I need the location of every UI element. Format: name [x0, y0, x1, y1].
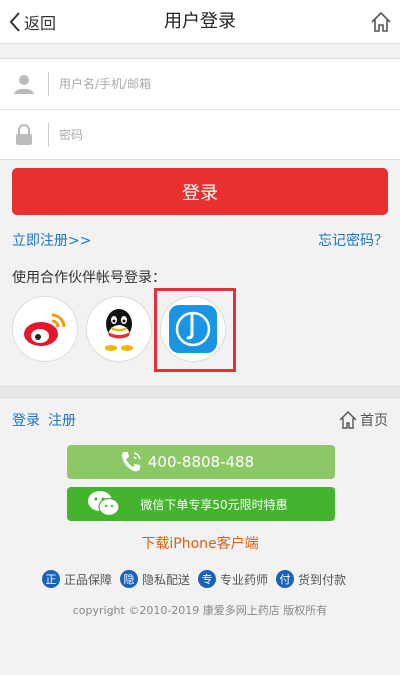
wechat-promo-label: 微信下单专享50元限时特惠	[140, 497, 288, 512]
footer-nav: 登录 注册 首页	[12, 410, 388, 430]
home-icon[interactable]	[370, 11, 392, 33]
badge-label: 货到付款	[298, 572, 347, 587]
login-button[interactable]: 登录	[12, 168, 388, 215]
username-row	[0, 59, 400, 109]
weibo-login-button[interactable]	[12, 296, 78, 362]
home-icon	[339, 411, 357, 429]
separator	[48, 72, 49, 96]
register-link[interactable]: 立即注册>>	[12, 230, 91, 250]
header: 返回 用户登录	[0, 0, 400, 44]
badge-privacy: 隐隐私配送	[120, 570, 190, 588]
username-input[interactable]	[59, 64, 400, 104]
back-label: 返回	[24, 14, 57, 33]
separator	[48, 122, 49, 147]
copyright-text: copyright ©2010-2019 康爱多网上药店 版权所有	[72, 604, 328, 617]
cod-icon: 付	[276, 570, 295, 588]
password-row	[0, 109, 400, 159]
badge-pharmacist: 专专业药师	[198, 570, 268, 588]
phone-call-button[interactable]: 400-8808-488	[67, 445, 335, 479]
footer-login-link[interactable]: 登录	[12, 413, 40, 429]
wechat-icon	[88, 491, 120, 517]
highlight-box	[154, 288, 236, 372]
badge-genuine: 正正品保障	[42, 570, 112, 588]
back-button[interactable]: 返回	[8, 0, 56, 44]
auth-links: 立即注册>> 忘记密码？	[12, 230, 388, 250]
pharmacist-icon: 专	[198, 570, 217, 588]
password-input[interactable]	[59, 114, 400, 155]
footer-register-link[interactable]: 注册	[48, 413, 76, 429]
forgot-password-link[interactable]: 忘记密码？	[318, 230, 388, 250]
wechat-promo-button[interactable]: 微信下单专享50元限时特惠	[67, 487, 335, 521]
user-icon	[0, 73, 48, 95]
privacy-icon: 隐	[120, 570, 139, 588]
genuine-icon: 正	[42, 570, 60, 588]
service-badges: 正正品保障 隐隐私配送 专专业药师 付货到付款	[42, 570, 354, 588]
download-app-link[interactable]: 下载iPhone客户端	[0, 533, 400, 553]
badge-label: 正品保障	[64, 572, 113, 587]
badge-label: 隐私配送	[142, 572, 191, 587]
qq-icon	[105, 309, 133, 351]
footer-home-link[interactable]: 首页	[339, 410, 388, 430]
badge-cod: 付货到付款	[276, 570, 346, 588]
weibo-icon	[24, 313, 66, 346]
badge-label: 专业药师	[220, 572, 269, 587]
phone-number: 400-8808-488	[147, 453, 255, 471]
chevron-left-icon	[9, 12, 20, 32]
page-title: 用户登录	[164, 11, 236, 32]
partner-login-title: 使用合作伙伴帐号登录：	[12, 270, 166, 286]
section-divider	[0, 386, 400, 398]
footer-home-label: 首页	[360, 413, 388, 429]
lock-icon	[0, 123, 48, 146]
login-form	[0, 58, 400, 160]
phone-icon	[122, 452, 141, 472]
footer-auth-links: 登录 注册	[12, 410, 84, 430]
qq-login-button[interactable]	[86, 296, 152, 362]
